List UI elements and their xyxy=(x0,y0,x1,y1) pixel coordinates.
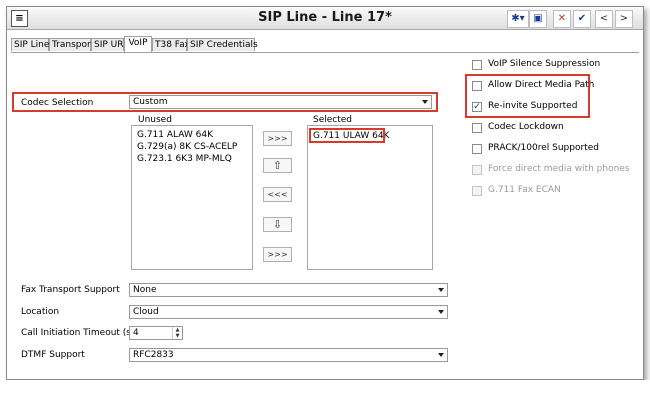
dtmf-dropdown[interactable]: RFC2833 xyxy=(129,348,448,362)
fax-transport-value: None xyxy=(133,285,157,295)
tab-t38-fax[interactable]: T38 Fax xyxy=(152,38,190,51)
move-up-icon[interactable]: ⇧ xyxy=(263,158,292,173)
tab-voip[interactable]: VoIP xyxy=(124,36,152,52)
chevron-down-icon xyxy=(438,310,444,314)
checkbox-label: G.711 Fax ECAN xyxy=(488,185,561,195)
tab-sip-line[interactable]: SIP Line xyxy=(11,38,49,51)
fax-transport-label: Fax Transport Support xyxy=(21,285,120,295)
checkbox-label: PRACK/100rel Supported xyxy=(488,143,599,153)
checkbox-box[interactable] xyxy=(472,60,482,70)
checkbox-box[interactable] xyxy=(472,144,482,154)
add-all-button[interactable]: >>> xyxy=(263,131,292,146)
tab-divider xyxy=(11,52,639,53)
title-bar: ≡ SIP Line - Line 17* ✱▾ ▣ ✕ ✔ < > xyxy=(7,7,643,30)
codec-highlight-box xyxy=(12,92,438,112)
window-title: SIP Line - Line 17* xyxy=(258,10,392,25)
checkbox-box xyxy=(472,186,482,196)
media-path-highlight-box xyxy=(465,74,590,118)
dtmf-value: RFC2833 xyxy=(133,350,174,360)
remove-all-button[interactable]: <<< xyxy=(263,187,292,202)
ok-check-icon[interactable]: ✔ xyxy=(573,10,591,28)
move-down-icon[interactable]: ⇩ xyxy=(263,217,292,232)
checkbox-label: Codec Lockdown xyxy=(488,122,564,132)
save-icon[interactable]: ▣ xyxy=(529,10,547,28)
checkbox-box[interactable] xyxy=(472,123,482,133)
selected-codec-highlight xyxy=(309,128,385,143)
call-timeout-label: Call Initiation Timeout (s) xyxy=(21,328,135,338)
previous-icon[interactable]: < xyxy=(595,10,613,28)
tab-transport[interactable]: Transport xyxy=(49,38,94,51)
checkbox-label: VoIP Silence Suppression xyxy=(488,59,601,69)
call-timeout-value: 4 xyxy=(133,328,139,338)
unused-codec-item[interactable]: G.723.1 6K3 MP-MLQ xyxy=(137,154,232,164)
fax-transport-dropdown[interactable]: None xyxy=(129,283,448,297)
checkbox-box xyxy=(472,165,482,175)
unused-title: Unused xyxy=(138,115,172,125)
unused-codec-list[interactable]: G.711 ALAW 64K G.729(a) 8K CS-ACELP G.72… xyxy=(131,125,253,270)
spin-down-icon[interactable]: ▼ xyxy=(172,333,182,339)
chevron-down-icon xyxy=(438,288,444,292)
call-timeout-stepper[interactable]: 4 ▲ ▼ xyxy=(129,326,183,340)
location-dropdown[interactable]: Cloud xyxy=(129,305,448,319)
torn-edge xyxy=(0,380,650,394)
new-icon-button[interactable]: ✱▾ xyxy=(507,10,529,28)
location-label: Location xyxy=(21,307,60,317)
location-value: Cloud xyxy=(133,307,159,317)
next-icon[interactable]: > xyxy=(615,10,633,28)
unused-codec-item[interactable]: G.711 ALAW 64K xyxy=(137,130,213,140)
delete-icon[interactable]: ✕ xyxy=(553,10,571,28)
move-more-button[interactable]: >>> xyxy=(263,247,292,262)
sip-line-window: ≡ SIP Line - Line 17* ✱▾ ▣ ✕ ✔ < > SIP L… xyxy=(6,6,644,380)
tab-sip-credentials[interactable]: SIP Credentials xyxy=(187,38,258,51)
chevron-down-icon xyxy=(438,353,444,357)
tab-sip-uri[interactable]: SIP URI xyxy=(91,38,126,51)
selected-title: Selected xyxy=(313,115,353,125)
dtmf-label: DTMF Support xyxy=(21,350,85,360)
unused-codec-item[interactable]: G.729(a) 8K CS-ACELP xyxy=(137,142,237,152)
checkbox-label: Force direct media with phones xyxy=(488,164,630,174)
selected-codec-list[interactable]: G.711 ULAW 64K xyxy=(307,125,433,270)
